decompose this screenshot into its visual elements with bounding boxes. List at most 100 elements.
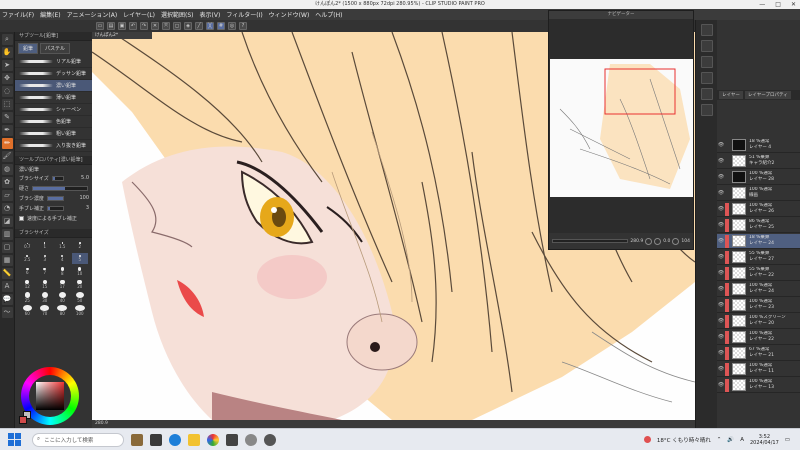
eye-icon[interactable]: 👁: [717, 382, 725, 388]
fill-tool-icon[interactable]: ◪: [1, 216, 13, 227]
windows-start-icon[interactable]: [6, 432, 22, 448]
brush-item[interactable]: 薄い鉛筆: [15, 92, 92, 104]
brush-size-slider[interactable]: [51, 175, 64, 181]
chrome-icon[interactable]: [207, 433, 219, 446]
layer-row[interactable]: 👁 100 %通常 線画: [717, 186, 800, 201]
close-button[interactable]: ✕: [791, 0, 796, 9]
hardness-slider[interactable]: [32, 185, 88, 191]
menu-animation[interactable]: アニメーション(A): [67, 10, 118, 19]
brush-size-preset[interactable]: 2: [72, 240, 89, 251]
menu-file[interactable]: ファイル(F): [2, 10, 34, 19]
redo-icon[interactable]: ↷: [140, 22, 148, 30]
brush-size-preset[interactable]: 12: [19, 279, 36, 290]
brush-item[interactable]: 色鉛筆: [15, 116, 92, 128]
snap-special-ruler-icon[interactable]: ╳: [206, 22, 214, 30]
brush-density-slider[interactable]: [46, 195, 64, 201]
weather-text[interactable]: 18°C くもり時々晴れ: [657, 436, 711, 444]
brush-item[interactable]: リアル鉛筆: [15, 56, 92, 68]
notification-icon[interactable]: ▭: [785, 437, 790, 443]
eye-icon[interactable]: 👁: [717, 142, 725, 148]
eye-icon[interactable]: 👁: [717, 302, 725, 308]
decoration-tool-icon[interactable]: ✿: [1, 177, 13, 188]
layer-row[interactable]: 👁 100 %通常 レイヤー 24: [717, 282, 800, 297]
eye-icon[interactable]: 👁: [717, 190, 725, 196]
brush-size-property[interactable]: ブラシサイズ 5.0: [15, 173, 92, 183]
volume-icon[interactable]: 🔊: [727, 437, 734, 443]
brush-size-preset[interactable]: 25: [19, 292, 36, 303]
saturation-value-square[interactable]: [36, 382, 64, 410]
layer-row[interactable]: 👁 18 %通常 レイヤー 4: [717, 138, 800, 153]
material-dock-icon-2[interactable]: [700, 72, 713, 84]
move-layer-tool-icon[interactable]: ✥: [1, 73, 13, 84]
navigator-zoom-slider[interactable]: [552, 239, 629, 243]
brush-item[interactable]: デッサン鉛筆: [15, 68, 92, 80]
eye-icon[interactable]: 👁: [717, 158, 725, 164]
layer-row[interactable]: 👁 100 %通常 レイヤー 28: [717, 170, 800, 185]
document-tab[interactable]: けんぽん2*: [92, 32, 152, 39]
brush-size-preset[interactable]: 40: [54, 292, 71, 303]
brush-size-preset[interactable]: 10: [72, 266, 89, 277]
gradient-tool-icon[interactable]: ▥: [1, 229, 13, 240]
pen-tool-icon[interactable]: ✒: [1, 125, 13, 136]
brush-item[interactable]: 粗い鉛筆: [15, 128, 92, 140]
text-tool-icon[interactable]: A: [1, 281, 13, 292]
save-icon[interactable]: ▣: [118, 22, 126, 30]
eye-icon[interactable]: 👁: [717, 286, 725, 292]
eye-icon[interactable]: 👁: [717, 222, 725, 228]
menu-layer[interactable]: レイヤー(L): [123, 10, 155, 19]
menu-view[interactable]: 表示(V): [200, 10, 221, 19]
pencil-tool-icon[interactable]: ✏: [1, 138, 13, 149]
layer-row[interactable]: 👁 100 %通常 レイヤー 23: [717, 298, 800, 313]
material-dock-icon-4[interactable]: [700, 104, 713, 116]
open-icon[interactable]: ▤: [107, 22, 115, 30]
transform-icon[interactable]: ⤧: [162, 22, 170, 30]
speed-stabilization-checkbox[interactable]: [19, 215, 24, 221]
rotate-icon[interactable]: [672, 237, 680, 245]
clip-studio-taskbar-icon[interactable]: [245, 433, 257, 446]
eye-icon[interactable]: 👁: [717, 318, 725, 324]
layer-row[interactable]: 👁 18 %乗算 レイヤー 24: [717, 234, 800, 249]
layer-row[interactable]: 👁 100 %通常 レイヤー 22: [717, 330, 800, 345]
material-dock-icon-3[interactable]: [700, 88, 713, 100]
brush-size-preset[interactable]: 7: [37, 266, 54, 277]
layer-row[interactable]: 👁 55 %乗算 レイヤー 22: [717, 266, 800, 281]
layer-row[interactable]: 👁 86 %通常 レイヤー 25: [717, 218, 800, 233]
frame-tool-icon[interactable]: ▦: [1, 255, 13, 266]
balloon-tool-icon[interactable]: 💬: [1, 294, 13, 305]
navigator-dock-icon[interactable]: [700, 24, 713, 36]
taskbar-clock[interactable]: 3:52 2024/04/17: [750, 434, 779, 446]
menu-edit[interactable]: 編集(E): [40, 10, 60, 19]
help-icon[interactable]: ?: [239, 22, 247, 30]
tab-layer[interactable]: レイヤー: [719, 91, 743, 99]
clip-studio-icon[interactable]: ◎: [228, 22, 236, 30]
brush-size-preset[interactable]: 4: [54, 253, 71, 264]
brush-item[interactable]: シャーペン: [15, 104, 92, 116]
blend-tool-icon[interactable]: ◔: [1, 203, 13, 214]
ime-indicator[interactable]: A: [740, 437, 744, 443]
menu-filter[interactable]: フィルター(I): [226, 10, 262, 19]
main-color-swatch[interactable]: [19, 416, 27, 424]
brush-size-preset[interactable]: 8: [54, 266, 71, 277]
figure-tool-icon[interactable]: ▢: [1, 242, 13, 253]
brush-size-preset[interactable]: 17: [54, 279, 71, 290]
zoom-out-icon[interactable]: [645, 237, 653, 245]
store-icon[interactable]: [226, 433, 238, 446]
brush-size-preset[interactable]: 5: [71, 253, 88, 264]
brush-size-preset[interactable]: 0.7: [19, 240, 36, 251]
sub-view-dock-icon[interactable]: [700, 40, 713, 52]
brush-size-preset[interactable]: 6: [19, 266, 36, 277]
eye-icon[interactable]: 👁: [717, 254, 725, 260]
layer-row[interactable]: 👁 55 %乗算 レイヤー 27: [717, 250, 800, 265]
brush-size-preset[interactable]: 15: [37, 279, 54, 290]
stabilization-slider[interactable]: [47, 205, 64, 211]
layer-row[interactable]: 👁 67 %通常 レイヤー 21: [717, 346, 800, 361]
brush-item[interactable]: 濃い鉛筆: [15, 80, 92, 92]
menu-window[interactable]: ウィンドウ(W): [269, 10, 310, 19]
eye-icon[interactable]: 👁: [717, 238, 725, 244]
eyedropper-tool-icon[interactable]: ✎: [1, 112, 13, 123]
edge-icon[interactable]: [169, 433, 181, 446]
eye-icon[interactable]: 👁: [717, 174, 725, 180]
eye-icon[interactable]: 👁: [717, 350, 725, 356]
zoom-tool-icon[interactable]: ⌕: [1, 34, 13, 45]
speed-stabilization-property[interactable]: 速度による手ブレ補正: [15, 213, 92, 223]
